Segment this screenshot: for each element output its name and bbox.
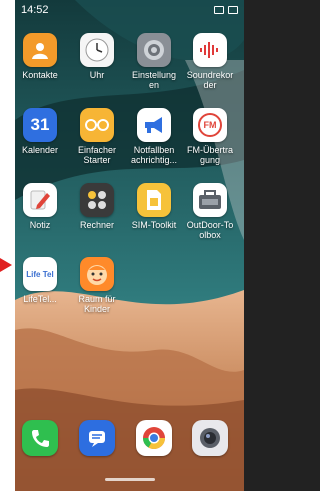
megaphone-icon (137, 108, 171, 142)
app-notfallbenachrichtigung[interactable]: Notfallben achrichtig... (126, 108, 182, 165)
app-label-raum-fuer-kinder: Raum für Kinder (78, 294, 116, 314)
calendar-day: 31 (30, 115, 50, 134)
status-bar: 14:52 (15, 0, 244, 20)
camera-icon (192, 420, 228, 456)
status-icons (214, 6, 238, 14)
app-raum-fuer-kinder[interactable]: Raum für Kinder (69, 257, 125, 314)
app-label-lifetel: LifeTel... (23, 294, 57, 304)
screenshot-icon (214, 6, 224, 14)
chrome-icon (136, 420, 172, 456)
messages-icon (79, 420, 115, 456)
app-uhr[interactable]: Uhr (69, 33, 125, 80)
app-label-einfacher-starter: Einfacher Starter (77, 145, 117, 165)
sound-recorder-icon (193, 33, 227, 67)
notes-pencil-icon (23, 183, 57, 217)
simple-starter-icon (80, 108, 114, 142)
battery-icon (228, 6, 238, 14)
app-label-fm-uebertragung: FM-Übertra gung (186, 145, 233, 165)
app-outdoor-toolbox[interactable]: OutDoor-To olbox (182, 183, 238, 240)
lifetel-icon: Life Tel (23, 257, 57, 291)
clock-icon (80, 33, 114, 67)
dock-chrome[interactable] (126, 420, 182, 456)
calculator-icon (80, 183, 114, 217)
dock-messages[interactable] (69, 420, 125, 456)
calendar-icon: 31 (23, 108, 57, 142)
app-label-einstellungen: Einstellung en (131, 70, 177, 90)
app-kontakte[interactable]: Kontakte (15, 33, 68, 80)
dock-camera[interactable] (182, 420, 238, 456)
app-rechner[interactable]: Rechner (69, 183, 125, 230)
pointer-arrow-icon (0, 258, 12, 272)
app-label-kontakte: Kontakte (22, 70, 58, 80)
dock-phone[interactable] (15, 420, 68, 456)
app-label-uhr: Uhr (89, 70, 105, 80)
app-kalender[interactable]: 31 Kalender (15, 108, 68, 155)
app-soundrekorder[interactable]: Soundrekor der (182, 33, 238, 90)
app-fm-uebertragung[interactable]: FM FM-Übertra gung (182, 108, 238, 165)
status-time: 14:52 (21, 4, 49, 16)
home-screen: 14:52 Kontakte Uhr Einstellung en Soundr… (15, 0, 244, 491)
app-label-notiz: Notiz (29, 220, 51, 230)
app-einstellungen[interactable]: Einstellung en (126, 33, 182, 90)
app-label-outdoor-toolbox: OutDoor-To olbox (186, 220, 234, 240)
sim-card-icon (137, 183, 171, 217)
app-label-sim-toolkit: SIM-Toolkit (131, 220, 177, 230)
gesture-nav-bar[interactable] (105, 478, 155, 481)
app-label-rechner: Rechner (79, 220, 115, 230)
app-label-kalender: Kalender (21, 145, 59, 155)
app-label-soundrekorder: Soundrekor der (186, 70, 234, 90)
lifetel-logo-text: Life Tel (26, 269, 54, 279)
app-label-notfallbenachrichtigung: Notfallben achrichtig... (130, 145, 178, 165)
toolbox-icon (193, 183, 227, 217)
app-einfacher-starter[interactable]: Einfacher Starter (69, 108, 125, 165)
phone-icon (22, 420, 58, 456)
app-sim-toolkit[interactable]: SIM-Toolkit (126, 183, 182, 230)
device-bezel-left (0, 0, 15, 491)
fm-radio-icon: FM (193, 108, 227, 142)
app-notiz[interactable]: Notiz (15, 183, 68, 230)
contacts-icon (23, 33, 57, 67)
app-lifetel[interactable]: Life Tel LifeTel... (15, 257, 68, 304)
kids-face-icon (80, 257, 114, 291)
dock (15, 420, 244, 466)
settings-gear-icon (137, 33, 171, 67)
fm-text: FM (198, 113, 222, 137)
